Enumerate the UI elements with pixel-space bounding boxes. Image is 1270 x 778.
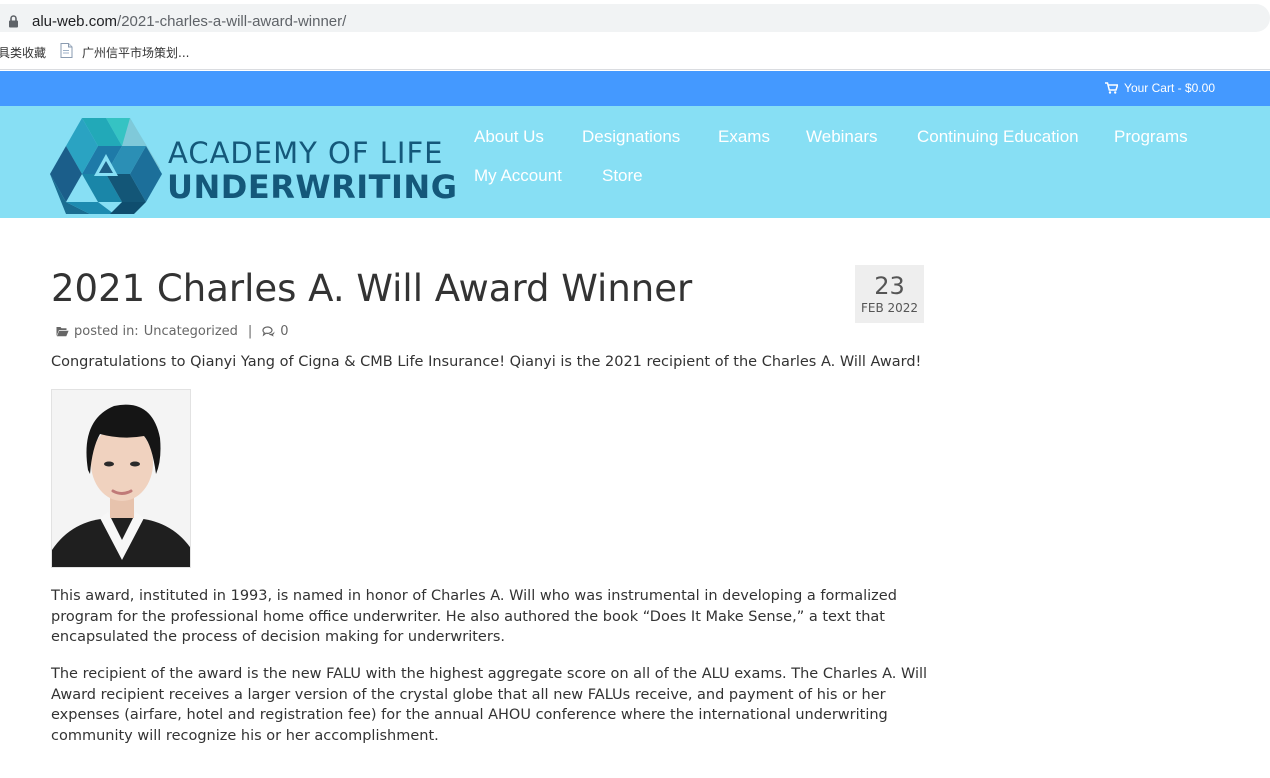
browser-address-bar: alu-web.com/2021-charles-a-will-award-wi… <box>0 0 1270 36</box>
lock-icon <box>9 15 18 28</box>
cart-link[interactable]: Your Cart - $0.00 <box>1105 81 1215 95</box>
bookmarks-bar: 具类收藏 广州信平市场策划... <box>0 36 1270 70</box>
url-host: alu-web.com <box>32 13 118 30</box>
nav-about-us[interactable]: About Us <box>474 127 544 147</box>
top-cart-strip: Your Cart - $0.00 <box>0 71 1270 106</box>
nav-programs[interactable]: Programs <box>1114 127 1188 147</box>
nav-webinars[interactable]: Webinars <box>806 127 878 147</box>
url-field[interactable]: alu-web.com/2021-charles-a-will-award-wi… <box>0 4 1270 32</box>
meta-separator: | <box>247 324 253 339</box>
post-date-month: FEB 2022 <box>860 301 919 315</box>
post-title: 2021 Charles A. Will Award Winner <box>51 267 693 310</box>
logo-text-top: ACADEMY OF LIFE <box>168 136 444 170</box>
bookmark-item[interactable]: 具类收藏 <box>0 44 46 61</box>
logo-text-bottom: UNDERWRITING <box>167 168 458 206</box>
nav-designations[interactable]: Designations <box>582 127 680 147</box>
post-date-day: 23 <box>874 272 905 300</box>
nav-store[interactable]: Store <box>602 166 643 186</box>
recipient-photo <box>51 389 191 568</box>
shopping-cart-icon <box>1105 82 1119 94</box>
post-lead-text: Congratulations to Qianyi Yang of Cigna … <box>51 354 922 370</box>
url-path: /2021-charles-a-will-award-winner/ <box>117 13 347 30</box>
nav-my-account[interactable]: My Account <box>474 166 562 186</box>
cart-label: Your Cart - $0.00 <box>1124 81 1215 95</box>
nav-exams[interactable]: Exams <box>718 127 770 147</box>
url-text: alu-web.com/2021-charles-a-will-award-wi… <box>32 13 346 30</box>
category-link[interactable]: Uncategorized <box>144 324 238 339</box>
post-date-badge: 23 FEB 2022 <box>855 265 924 323</box>
post-paragraph: The recipient of the award is the new FA… <box>51 666 928 744</box>
portrait-image <box>52 390 190 567</box>
bookmark-item[interactable]: 广州信平市场策划... <box>82 44 189 61</box>
comment-count[interactable]: 0 <box>280 324 288 339</box>
comments-icon <box>262 326 275 337</box>
nav-continuing-education[interactable]: Continuing Education <box>917 127 1079 147</box>
document-icon <box>60 43 73 58</box>
posted-in-label: posted in: <box>74 324 139 339</box>
post-meta: posted in: Uncategorized | 0 <box>56 324 289 339</box>
post-paragraph: This award, instituted in 1993, is named… <box>51 588 897 645</box>
folder-open-icon <box>56 327 69 337</box>
academy-logo-icon[interactable] <box>50 116 162 214</box>
site-header: ACADEMY OF LIFE UNDERWRITING About Us De… <box>0 106 1270 218</box>
